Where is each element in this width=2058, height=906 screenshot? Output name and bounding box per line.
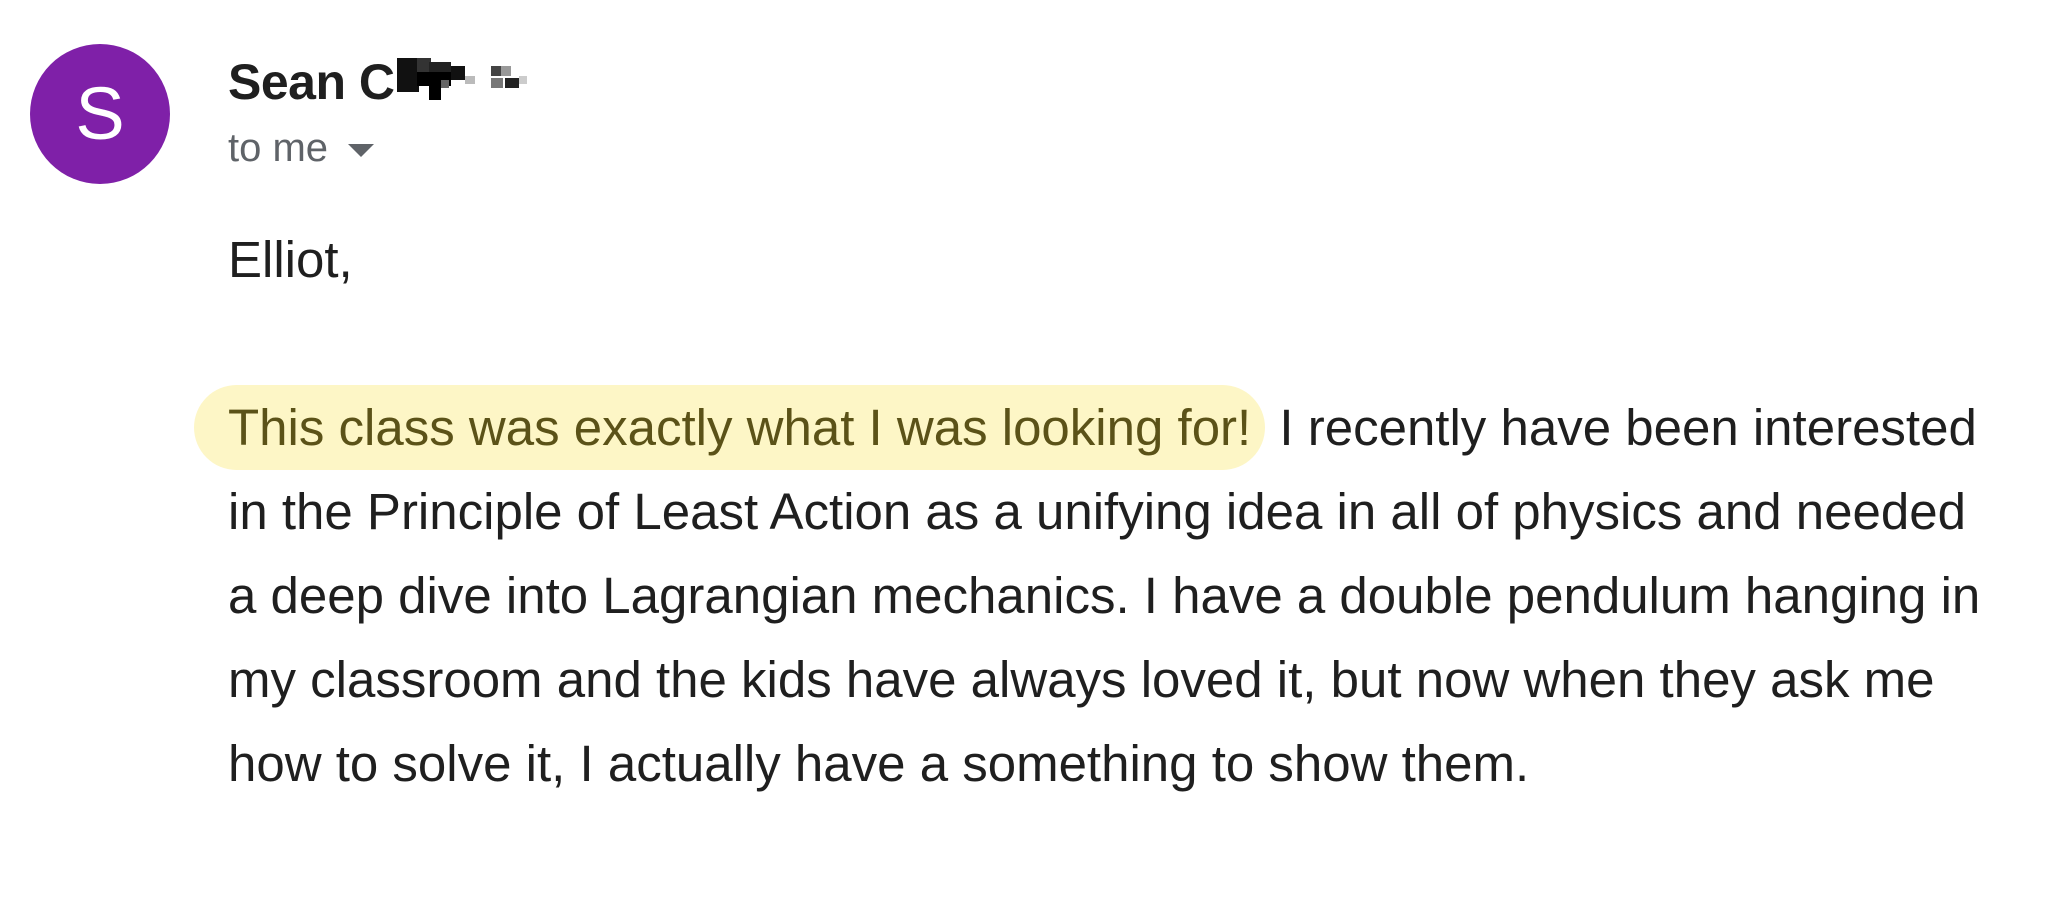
- body-paragraph: This class was exactly what I was lookin…: [194, 385, 2008, 806]
- recipient-details-toggle[interactable]: to me: [228, 118, 575, 178]
- redacted-name-pixelation: [395, 52, 575, 112]
- sender-row: Sean C: [228, 52, 575, 112]
- message-header: Sean C to me: [228, 52, 575, 178]
- avatar[interactable]: S: [30, 44, 170, 184]
- chevron-down-icon[interactable]: [348, 143, 375, 157]
- email-message: S Sean C to me Elliot, This class was ex…: [0, 0, 2058, 906]
- avatar-letter: S: [75, 72, 125, 155]
- message-body: Elliot, This class was exactly what I wa…: [194, 218, 2028, 806]
- highlighted-sentence: This class was exactly what I was lookin…: [194, 385, 1266, 470]
- greeting: Elliot,: [228, 231, 353, 288]
- recipient-label: to me: [228, 125, 329, 170]
- sender-name[interactable]: Sean C: [228, 53, 395, 111]
